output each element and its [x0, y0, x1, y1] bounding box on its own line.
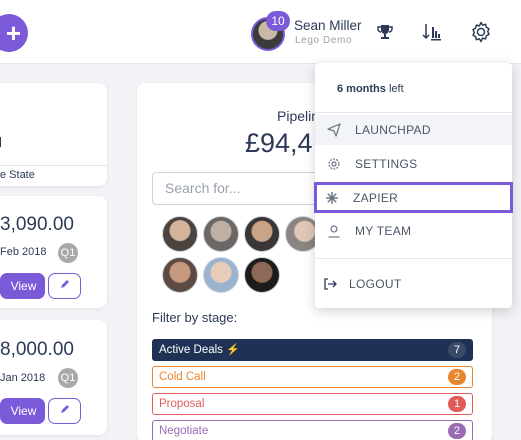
team-member-avatar[interactable]: [162, 216, 198, 252]
menu-item-zapier[interactable]: ZAPIER: [314, 182, 513, 213]
menu-item-label: SETTINGS: [355, 157, 418, 171]
menu-item-label: MY TEAM: [355, 224, 412, 238]
top-bar: + 10 Sean Miller Lego Demo: [0, 0, 521, 64]
user-icon: [327, 224, 341, 238]
divider: [315, 258, 512, 259]
user-org: Lego Demo: [295, 35, 353, 46]
user-name[interactable]: Sean Miller: [294, 18, 362, 33]
stage-active-deals[interactable]: Active Deals ⚡ 7: [152, 339, 473, 361]
trophy-icon[interactable]: [373, 20, 397, 44]
team-member-avatar[interactable]: [203, 257, 239, 293]
stage-label: Cold Call: [159, 371, 206, 383]
logout-icon: [323, 277, 337, 291]
quarter-badge: Q1: [58, 243, 78, 263]
deal-amount: 3,090.00: [0, 214, 74, 235]
pencil-icon: [59, 402, 71, 420]
stage-count: 2: [448, 369, 466, 385]
menu-item-my-team[interactable]: MY TEAM: [315, 216, 512, 246]
divider: [0, 165, 107, 166]
stage-label: Proposal: [159, 398, 205, 410]
deal-amount: 8,000.00: [0, 339, 74, 360]
team-member-avatar[interactable]: [162, 257, 198, 293]
add-button[interactable]: +: [0, 14, 28, 52]
edit-button[interactable]: [48, 398, 81, 424]
quarter-badge: Q1: [58, 368, 78, 388]
partial-glyph: [0, 137, 3, 147]
team-member-avatar[interactable]: [244, 216, 280, 252]
menu-item-settings[interactable]: SETTINGS: [315, 149, 512, 179]
menu-item-label: ZAPIER: [353, 190, 399, 205]
filter-label: Filter by stage:: [152, 310, 238, 325]
pipeline-amount: £94,4: [245, 128, 313, 158]
lightning-icon: ⚡: [226, 344, 240, 356]
gear-icon: [327, 157, 341, 171]
view-button[interactable]: View: [0, 398, 45, 424]
gear-icon[interactable]: [469, 20, 493, 44]
stage-label: Active Deals: [159, 344, 223, 356]
menu-item-label: LAUNCHPAD: [355, 123, 431, 137]
paper-plane-icon: [327, 123, 341, 137]
stage-proposal[interactable]: Proposal 1: [152, 393, 473, 415]
pencil-icon: [59, 277, 71, 295]
edit-button[interactable]: [48, 273, 81, 299]
state-label: e State: [0, 169, 35, 181]
subscription-remaining: 6 months left: [337, 83, 404, 95]
menu-item-logout[interactable]: LOGOUT: [315, 269, 512, 299]
asterisk-icon: [325, 191, 339, 205]
user-dropdown-menu: 6 months left LAUNCHPAD SETTINGS ZAPIER …: [314, 63, 513, 308]
notification-badge[interactable]: 10: [266, 11, 290, 31]
stage-count: 1: [448, 396, 466, 412]
stage-label: Negotiate: [159, 425, 209, 437]
team-member-avatar[interactable]: [203, 216, 239, 252]
sort-icon[interactable]: [420, 20, 444, 44]
stage-count: 7: [448, 342, 466, 358]
team-member-avatar[interactable]: [244, 257, 280, 293]
deal-date: Jan 2018: [0, 372, 46, 384]
stage-cold-call[interactable]: Cold Call 2: [152, 366, 473, 388]
deal-date: Feb 2018: [0, 246, 47, 258]
menu-item-launchpad[interactable]: LAUNCHPAD: [315, 115, 512, 145]
divider: [315, 112, 512, 113]
stage-negotiate[interactable]: Negotiate 2: [152, 420, 473, 440]
view-button[interactable]: View: [0, 273, 45, 299]
pipeline-title: Pipelin: [277, 108, 320, 124]
search-input[interactable]: Search for...: [152, 172, 320, 205]
stage-count: 2: [448, 423, 466, 439]
menu-item-label: LOGOUT: [349, 277, 402, 291]
